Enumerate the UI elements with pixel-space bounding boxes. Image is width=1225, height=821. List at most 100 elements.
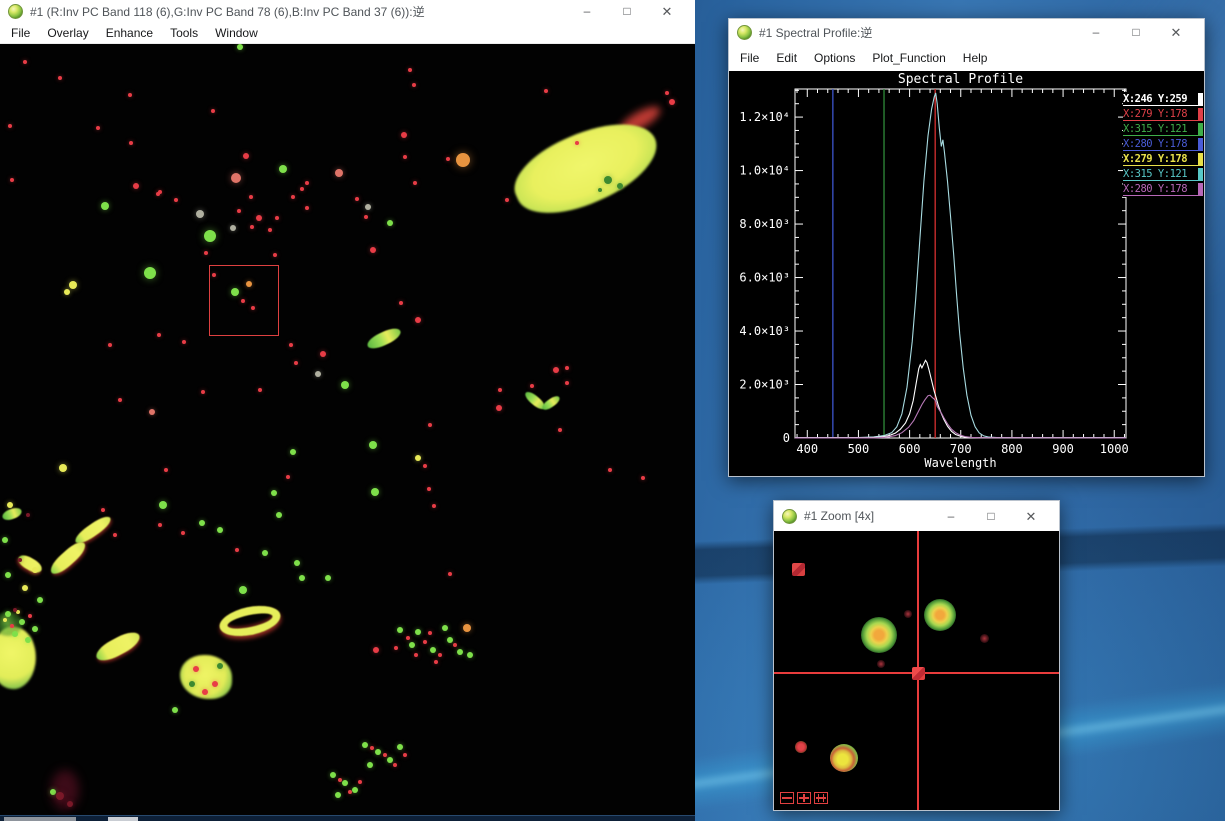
legend-label: X:279 Y:178 — [1123, 108, 1196, 120]
legend-swatch — [1198, 93, 1203, 105]
image-spot-green — [50, 789, 56, 795]
menu-item-enhance[interactable]: Enhance — [106, 26, 153, 40]
legend-label: X:279 Y:178 — [1123, 153, 1196, 165]
menu-item-file[interactable]: File — [11, 26, 30, 40]
taskbar-segment[interactable] — [108, 817, 138, 821]
image-spot-red — [403, 753, 407, 757]
legend-label: X:280 Y:178 — [1123, 138, 1196, 150]
close-button[interactable]: ✕ — [1156, 26, 1196, 39]
image-spot-green — [159, 501, 167, 509]
selection-rectangle[interactable] — [209, 265, 279, 336]
image-spot-green — [25, 637, 31, 643]
legend-swatch — [1198, 153, 1203, 165]
image-spot-red — [428, 631, 432, 635]
main-window-controls: – □ ✕ — [567, 5, 687, 18]
image-spot-red — [133, 183, 139, 189]
zoom-window-controls: – □ ✕ — [931, 510, 1051, 523]
image-spot-dred — [18, 558, 22, 562]
legend-label: X:280 Y:178 — [1123, 183, 1196, 195]
menu-item-window[interactable]: Window — [215, 26, 258, 40]
zoom-titlebar[interactable]: #1 Zoom [4x] – □ ✕ — [774, 501, 1059, 531]
menu-item-file[interactable]: File — [740, 51, 759, 65]
menu-item-help[interactable]: Help — [963, 51, 988, 65]
menu-item-overlay[interactable]: Overlay — [47, 26, 88, 40]
legend-swatch — [1198, 123, 1203, 135]
image-spot-red — [427, 487, 431, 491]
menu-item-options[interactable]: Options — [814, 51, 855, 65]
image-spot-red — [394, 646, 398, 650]
image-spot-red — [156, 192, 160, 196]
image-spot-green — [362, 742, 368, 748]
image-spot-red — [446, 157, 450, 161]
menu-item-plot-function[interactable]: Plot_Function — [872, 51, 945, 65]
image-spot-green — [330, 772, 336, 778]
spectral-profile-window: #1 Spectral Profile:逆 – □ ✕ File Edit Opti… — [728, 18, 1205, 477]
image-spot-red — [193, 666, 199, 672]
main-titlebar[interactable]: #1 (R:Inv PC Band 118 (6),G:Inv PC Band … — [0, 0, 695, 22]
maximize-button[interactable]: □ — [607, 5, 647, 17]
close-button[interactable]: ✕ — [647, 5, 687, 18]
menu-item-tools[interactable]: Tools — [170, 26, 198, 40]
image-spot-red — [505, 198, 509, 202]
image-spot-red — [181, 531, 185, 535]
image-spot-red — [108, 343, 112, 347]
image-viewport[interactable] — [0, 44, 695, 815]
image-spot-salmon — [149, 409, 155, 415]
taskbar[interactable] — [0, 815, 695, 821]
image-spot-red — [211, 109, 215, 113]
spectral-titlebar[interactable]: #1 Spectral Profile:逆 – □ ✕ — [729, 19, 1204, 45]
image-spot-red — [453, 643, 457, 647]
image-spot-red — [403, 155, 407, 159]
image-spot-red — [96, 126, 100, 130]
zoom-out-button[interactable] — [780, 792, 794, 804]
image-spot-orange — [463, 624, 471, 632]
legend-row: X:280 Y:178 — [1123, 182, 1203, 196]
grid-glyph-v1 — [818, 794, 819, 802]
zoom-in-button[interactable] — [797, 792, 811, 804]
image-spot-gray — [315, 371, 321, 377]
minimize-button[interactable]: – — [931, 510, 971, 522]
image-spot-red — [558, 428, 562, 432]
maximize-button[interactable]: □ — [971, 510, 1011, 522]
zoom-center-marker[interactable] — [912, 667, 925, 680]
image-spot-red — [530, 384, 534, 388]
y-axis-tick-label: 2.0×10³ — [739, 378, 790, 392]
image-spot-green — [467, 652, 473, 658]
image-spot-gray — [196, 210, 204, 218]
y-axis-tick-label: 8.0×10³ — [739, 217, 790, 231]
close-button[interactable]: ✕ — [1011, 510, 1051, 523]
taskbar-segment[interactable] — [4, 817, 76, 821]
image-spot-green — [325, 575, 331, 581]
image-spot-red — [370, 247, 376, 253]
image-spot-red — [305, 206, 309, 210]
zoom-viewport[interactable] — [774, 531, 1059, 810]
image-spot-red — [413, 181, 417, 185]
x-axis-title: Wavelength — [924, 456, 996, 470]
maximize-button[interactable]: □ — [1116, 26, 1156, 38]
image-spot-dred — [67, 801, 73, 807]
image-spot-red — [273, 253, 277, 257]
x-axis-tick-label: 1000 — [1100, 442, 1129, 456]
minimize-button[interactable]: – — [1076, 26, 1116, 38]
spectrum-cyan-curve — [795, 93, 1126, 438]
image-spot-red — [496, 405, 502, 411]
image-spot-green — [457, 649, 463, 655]
minimize-button[interactable]: – — [567, 5, 607, 17]
image-spot-yellow — [415, 455, 421, 461]
image-spot-red — [448, 572, 452, 576]
image-spot-red — [641, 476, 645, 480]
image-spot-green — [279, 165, 287, 173]
image-spot-red — [553, 367, 559, 373]
spectral-plot-area[interactable]: Spectral Profile400500600700800900100002… — [729, 71, 1204, 476]
legend-row: X:315 Y:121 — [1123, 167, 1203, 181]
legend-label: X:315 Y:121 — [1123, 168, 1196, 180]
image-spot-green — [367, 762, 373, 768]
legend-swatch — [1198, 183, 1203, 195]
zoom-grid-button[interactable] — [814, 792, 828, 804]
image-spot-red — [565, 381, 569, 385]
image-spot-salmon — [231, 173, 241, 183]
screen: #1 (R:Inv PC Band 118 (6),G:Inv PC Band … — [0, 0, 1225, 821]
menu-item-edit[interactable]: Edit — [776, 51, 797, 65]
image-spot-green — [101, 202, 109, 210]
image-spot-red — [101, 508, 105, 512]
